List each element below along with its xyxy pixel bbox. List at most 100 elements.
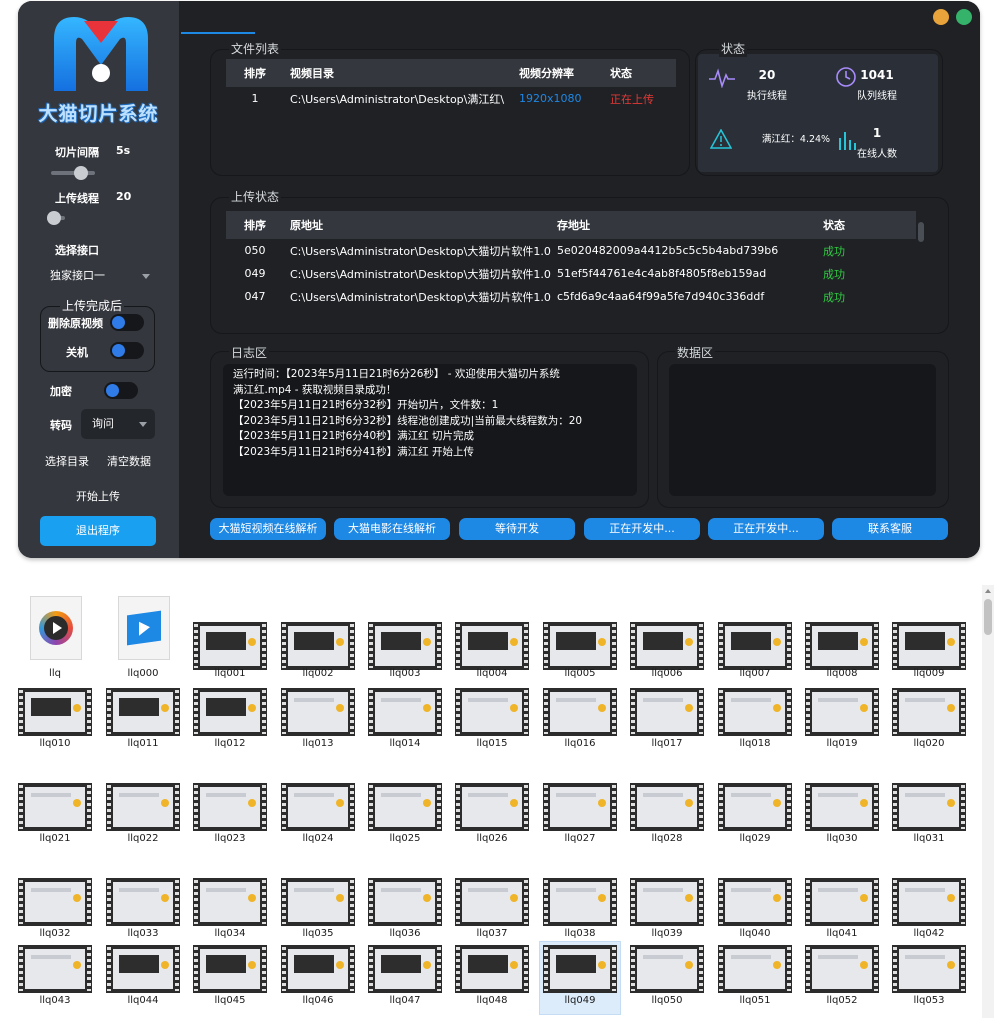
video-thumbnail: [193, 878, 267, 926]
row-src: C:\Users\Administrator\Desktop\大猫切片软件1.0: [290, 267, 551, 281]
file-name: llq041: [826, 928, 858, 939]
file-name: llq018: [739, 738, 771, 749]
contact-support-button[interactable]: 联系客服: [832, 518, 948, 540]
file-name: llq000: [127, 668, 159, 679]
column-header[interactable]: 存地址: [551, 211, 817, 239]
column-header[interactable]: 排序: [226, 211, 284, 239]
start-upload-button[interactable]: 开始上传: [76, 488, 120, 504]
video-thumbnail: [281, 878, 355, 926]
file-name: llq003: [389, 668, 421, 679]
video-thumbnail: [892, 622, 966, 670]
choose-dir-button[interactable]: 选择目录: [45, 453, 89, 469]
column-header[interactable]: 视频目录: [284, 59, 513, 87]
column-header[interactable]: 原地址: [284, 211, 551, 239]
file-name: llq010: [39, 738, 71, 749]
file-name: llq048: [476, 995, 508, 1006]
main-window: 大猫切片系统 切片间隔 5s 上传线程 20 选择接口 独家接口一 上传完成后 …: [18, 1, 980, 558]
sidebar: 大猫切片系统 切片间隔 5s 上传线程 20 选择接口 独家接口一 上传完成后 …: [18, 1, 179, 558]
data-output[interactable]: [669, 364, 936, 496]
maximize-button[interactable]: [956, 9, 972, 25]
encrypt-label: 加密: [50, 385, 72, 398]
video-thumbnail: [281, 945, 355, 993]
video-thumbnail: [455, 878, 529, 926]
column-header[interactable]: 状态: [604, 59, 676, 87]
file-name: llq019: [826, 738, 858, 749]
video-thumbnail: [368, 878, 442, 926]
file-name: llq: [49, 668, 61, 679]
video-file-icon: [118, 596, 170, 660]
row-dst: 5e020482009a4412b5c5c5b4abd739b6: [557, 244, 779, 257]
row-status: 成功: [823, 244, 845, 258]
file-name: llq052: [826, 995, 858, 1006]
in-dev-button-1[interactable]: 正在开发中...: [584, 518, 700, 540]
file-name: llq035: [302, 928, 334, 939]
minimize-button[interactable]: [933, 9, 949, 25]
clear-data-button[interactable]: 清空数据: [107, 453, 151, 469]
after-upload-title: 上传完成后: [60, 297, 125, 314]
waiting-dev-button[interactable]: 等待开发: [459, 518, 575, 540]
slice-interval-slider[interactable]: [51, 166, 95, 180]
video-thumbnail: [106, 688, 180, 736]
column-header[interactable]: 排序: [226, 59, 284, 87]
upload-status-table-viewport: 排序 原地址 存地址 状态 050 C:\Users\Administrator…: [226, 211, 916, 319]
column-header[interactable]: 状态: [817, 211, 916, 239]
video-thumbnail: [543, 783, 617, 831]
table-row[interactable]: 050 C:\Users\Administrator\Desktop\大猫切片软…: [226, 239, 916, 262]
column-header[interactable]: 视频分辨率: [513, 59, 604, 87]
short-video-parse-button[interactable]: 大猫短视频在线解析: [210, 518, 326, 540]
video-thumbnail: [455, 945, 529, 993]
file-name: llq044: [127, 995, 159, 1006]
file-name: llq014: [389, 738, 421, 749]
video-thumbnail: [281, 783, 355, 831]
transcode-select[interactable]: 询问: [81, 409, 155, 439]
file-name: llq036: [389, 928, 421, 939]
choose-api-label: 选择接口: [55, 244, 99, 257]
row-status: 成功: [823, 290, 845, 304]
upload-threads-slider[interactable]: [46, 211, 65, 225]
video-thumbnail: [193, 945, 267, 993]
transcode-select-value: 询问: [92, 417, 114, 430]
log-output[interactable]: 运行时间：【2023年5月11日21时6分26秒】 - 欢迎使用大猫切片系统 满…: [223, 364, 637, 496]
slice-interval-label: 切片间隔: [55, 146, 99, 159]
video-thumbnail: [718, 783, 792, 831]
video-thumbnail: [368, 688, 442, 736]
log-line: 满江红.mp4 - 获取视频目录成功！: [233, 383, 397, 396]
file-name: llq033: [127, 928, 159, 939]
scrollbar-thumb[interactable]: [984, 599, 992, 635]
data-area-title: 数据区: [675, 344, 716, 361]
delete-source-toggle[interactable]: [110, 314, 144, 331]
online-value: 1: [872, 126, 882, 140]
in-dev-button-2[interactable]: 正在开发中...: [708, 518, 824, 540]
table-row[interactable]: 1 C:\Users\Administrator\Desktop\满江红\ 19…: [226, 87, 676, 110]
app-logo-icon: [54, 17, 148, 91]
video-thumbnail: [368, 945, 442, 993]
file-name: llq046: [302, 995, 334, 1006]
file-name: llq012: [214, 738, 246, 749]
table-row[interactable]: 049 C:\Users\Administrator\Desktop\大猫切片软…: [226, 262, 916, 285]
row-dst: c5fd6a9c4aa64f99a5fe7d940c336ddf: [557, 290, 765, 303]
table-scrollbar[interactable]: [918, 222, 924, 242]
slice-interval-slider-handle[interactable]: [73, 166, 88, 180]
brand-title: 大猫切片系统: [38, 103, 159, 125]
quit-button[interactable]: 退出程序: [40, 516, 156, 546]
log-line: 【2023年5月11日21时6分40秒】满江红 切片完成: [233, 430, 475, 442]
queue-threads-value: 1041: [860, 68, 894, 82]
video-thumbnail: [281, 688, 355, 736]
table-header-row: 排序 视频目录 视频分辨率 状态: [226, 59, 676, 87]
encrypt-toggle[interactable]: [104, 382, 138, 399]
video-thumbnail: [543, 688, 617, 736]
explorer-scrollbar[interactable]: [982, 585, 994, 1018]
scroll-up-icon[interactable]: [985, 589, 991, 593]
toggle-knob: [112, 344, 125, 357]
shutdown-toggle[interactable]: [110, 342, 144, 359]
api-select[interactable]: 独家接口一: [44, 265, 158, 287]
online-label: 在线人数: [857, 149, 897, 160]
file-name: llq047: [389, 995, 421, 1006]
movie-parse-button[interactable]: 大猫电影在线解析: [334, 518, 450, 540]
file-name: llq005: [564, 668, 596, 679]
upload-threads-slider-handle[interactable]: [46, 211, 61, 225]
video-thumbnail: [455, 688, 529, 736]
shutdown-label: 关机: [66, 346, 88, 359]
log-line: 运行时间：【2023年5月11日21时6分26秒】 - 欢迎使用大猫切片系统: [233, 368, 560, 380]
table-row[interactable]: 047 C:\Users\Administrator\Desktop\大猫切片软…: [226, 285, 916, 308]
